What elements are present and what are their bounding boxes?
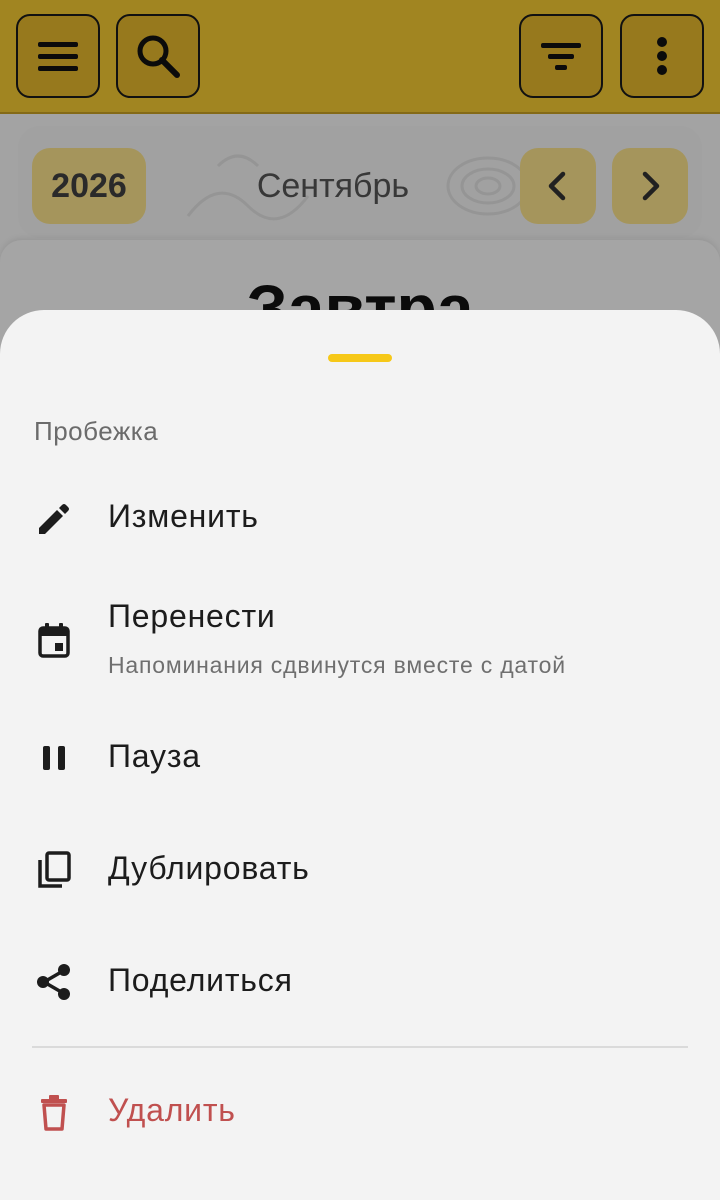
menu-item-edit[interactable]: Изменить bbox=[0, 482, 720, 554]
menu-item-label: Дублировать bbox=[108, 850, 310, 886]
divider bbox=[32, 1046, 688, 1048]
sheet-title: Пробежка bbox=[34, 416, 159, 446]
menu-item-label: Изменить bbox=[108, 498, 259, 534]
menu-item-delete[interactable]: Удалить bbox=[0, 1076, 720, 1148]
calendar-icon bbox=[34, 620, 74, 660]
delete-icon bbox=[34, 1092, 74, 1132]
menu-item-share[interactable]: Поделиться bbox=[0, 946, 720, 1018]
bottom-sheet: Пробежка Изменить Перенести Напоминания … bbox=[0, 310, 720, 1200]
drag-handle[interactable] bbox=[328, 354, 392, 362]
edit-icon bbox=[34, 498, 74, 538]
menu-item-pause[interactable]: Пауза bbox=[0, 722, 720, 794]
share-icon bbox=[34, 962, 74, 1002]
pause-icon bbox=[34, 738, 74, 778]
menu-item-label: Пауза bbox=[108, 738, 201, 774]
menu-item-label: Перенести bbox=[108, 598, 276, 634]
menu-item-subtitle: Напоминания сдвинутся вместе с датой bbox=[108, 652, 566, 678]
menu-item-reschedule[interactable]: Перенести Напоминания сдвинутся вместе с… bbox=[0, 580, 720, 690]
copy-icon bbox=[34, 850, 74, 890]
menu-item-label: Поделиться bbox=[108, 962, 293, 998]
menu-item-duplicate[interactable]: Дублировать bbox=[0, 834, 720, 906]
menu-item-label: Удалить bbox=[108, 1092, 236, 1128]
screen: 2026 Сентябрь Завтра Пробежка Изменить П… bbox=[0, 0, 720, 1200]
